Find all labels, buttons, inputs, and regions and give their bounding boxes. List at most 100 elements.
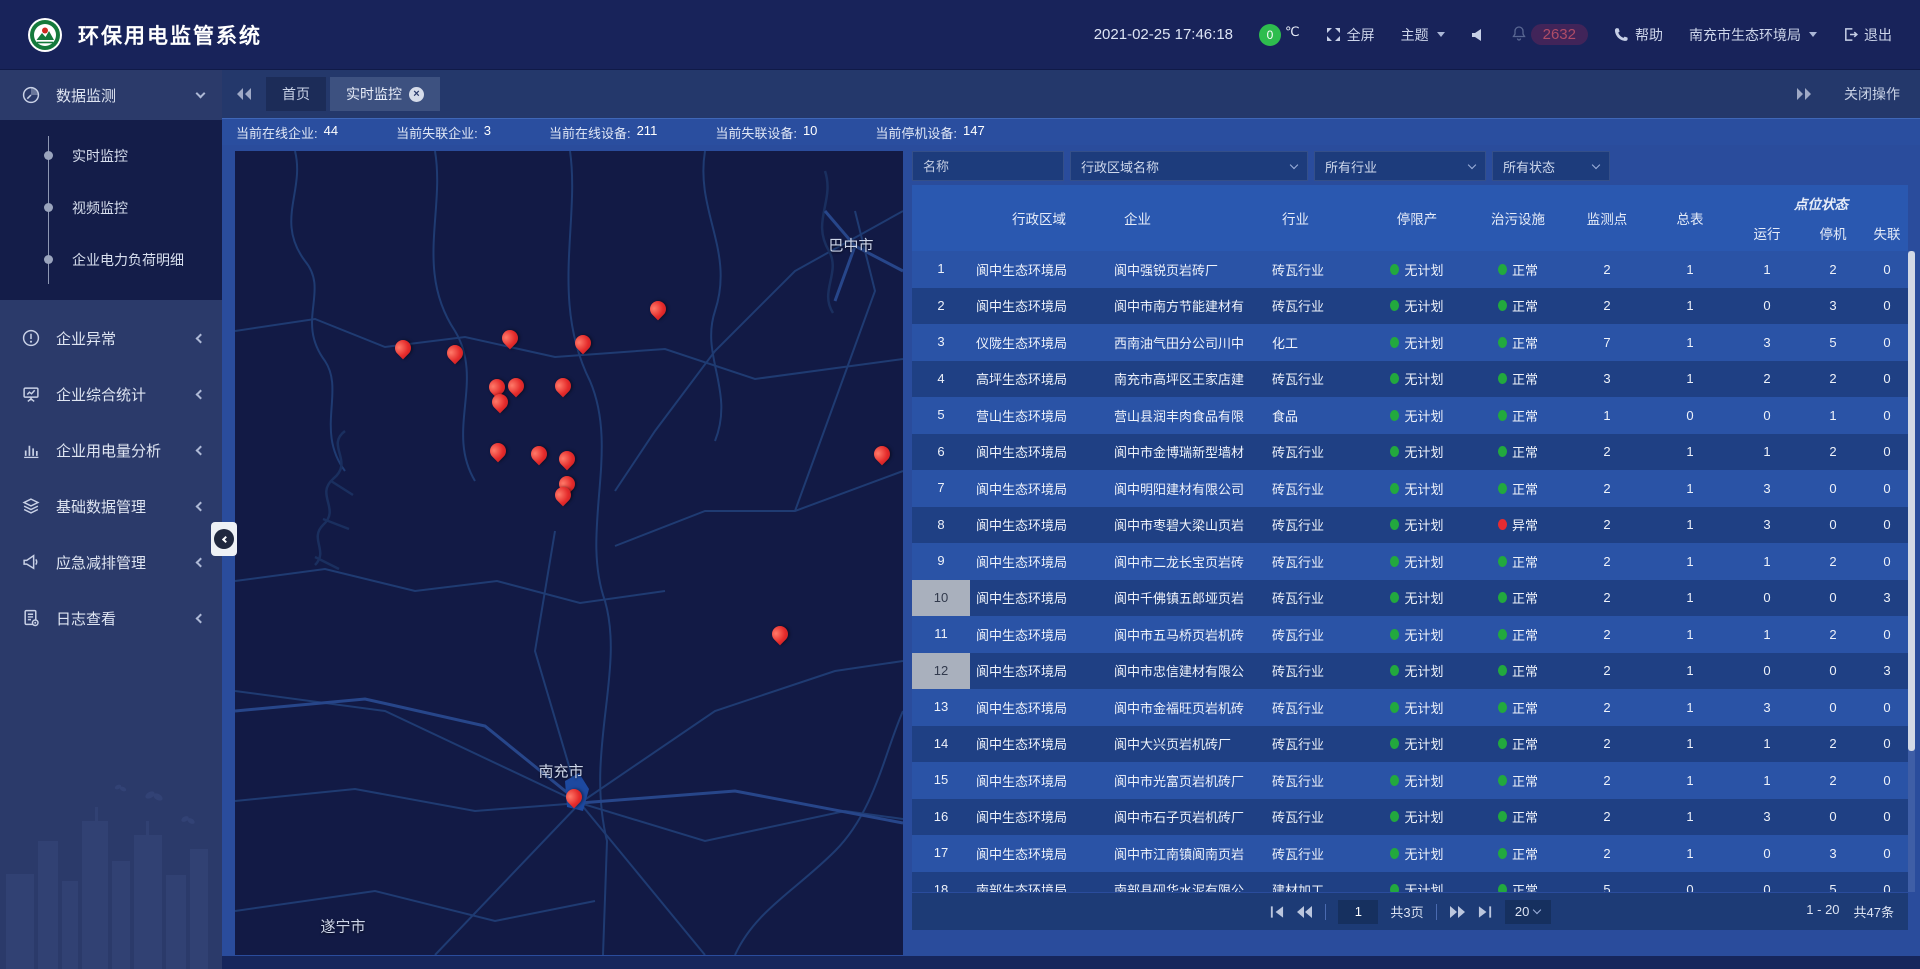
sidebar-group-power-analysis[interactable]: 企业用电量分析 xyxy=(0,422,222,478)
stat-item: 当前在线企业: 44 xyxy=(236,123,338,142)
status-dot-icon xyxy=(1390,738,1399,749)
production-limit-label: 无计划 xyxy=(1404,844,1443,863)
close-operations-button[interactable]: 关闭操作 xyxy=(1844,84,1900,104)
production-limit-label: 无计划 xyxy=(1404,515,1443,534)
facility-status-label: 正常 xyxy=(1512,625,1538,644)
sidebar-group-emergency-reduction[interactable]: 应急减排管理 xyxy=(0,534,222,590)
table-row[interactable]: 4 高坪生态环境局 南充市高坪区王家店建 砖瓦行业 无计划 正常 3 1 2 xyxy=(912,361,1908,398)
row-company: 阆中明阳建材有限公司 xyxy=(1108,479,1266,498)
tab-realtime-monitoring[interactable]: 实时监控 × xyxy=(330,77,440,111)
temperature-value: 0 xyxy=(1259,24,1281,46)
theme-dropdown[interactable]: 主题 xyxy=(1401,25,1445,45)
table-row[interactable]: 11 阆中生态环境局 阆中市五马桥页岩机砖 砖瓦行业 无计划 正常 2 1 1 xyxy=(912,616,1908,653)
scrollbar-thumb[interactable] xyxy=(1908,251,1915,751)
table-row[interactable]: 8 阆中生态环境局 阆中市枣碧大梁山页岩 砖瓦行业 无计划 异常 2 1 3 xyxy=(912,507,1908,544)
row-running-count: 2 xyxy=(1734,371,1800,386)
production-limit-label: 无计划 xyxy=(1404,369,1443,388)
table-scrollbar[interactable] xyxy=(1908,251,1915,892)
org-dropdown[interactable]: 南充市生态环境局 xyxy=(1689,25,1817,45)
industry-select[interactable]: 所有行业 xyxy=(1314,151,1486,181)
row-index: 14 xyxy=(912,726,970,763)
row-company: 阆中市江南镇阆南页岩 xyxy=(1108,844,1266,863)
status-dot-icon xyxy=(1390,811,1399,822)
previous-page-button[interactable] xyxy=(1296,905,1313,919)
table-row[interactable]: 9 阆中生态环境局 阆中市二龙长宝页岩砖 砖瓦行业 无计划 正常 2 1 1 xyxy=(912,543,1908,580)
sidebar-group-enterprise-abnormal[interactable]: 企业异常 xyxy=(0,310,222,366)
table-row[interactable]: 16 阆中生态环境局 阆中市石子页岩机砖厂 砖瓦行业 无计划 正常 2 1 3 xyxy=(912,799,1908,836)
tab-home[interactable]: 首页 xyxy=(266,77,326,111)
sidebar-item-video-monitoring[interactable]: 视频监控 xyxy=(0,182,222,234)
chevron-left-icon xyxy=(196,389,206,399)
facility-status-label: 正常 xyxy=(1512,369,1538,388)
last-page-button[interactable] xyxy=(1478,905,1493,919)
stat-item: 当前失联设备: 10 xyxy=(715,123,817,142)
name-search-input[interactable] xyxy=(912,151,1064,181)
first-page-button[interactable] xyxy=(1269,905,1284,919)
row-stopped-count: 2 xyxy=(1800,444,1866,459)
table-row[interactable]: 12 阆中生态环境局 阆中市忠信建材有限公 砖瓦行业 无计划 正常 2 1 0 xyxy=(912,653,1908,690)
sidebar-group-basic-data[interactable]: 基础数据管理 xyxy=(0,478,222,534)
row-production-limit: 无计划 xyxy=(1366,661,1468,680)
next-page-button[interactable] xyxy=(1449,905,1466,919)
row-monitor-points: 7 xyxy=(1568,335,1646,350)
row-company: 阆中市忠信建材有限公 xyxy=(1108,661,1266,680)
chevron-down-icon xyxy=(1290,160,1298,168)
layers-icon xyxy=(22,496,42,516)
table-row[interactable]: 10 阆中生态环境局 阆中千佛镇五郎垭页岩 砖瓦行业 无计划 正常 2 1 0 xyxy=(912,580,1908,617)
row-pollution-facility: 正常 xyxy=(1468,771,1568,790)
table-row[interactable]: 5 营山生态环境局 营山县润丰肉食品有限 食品 无计划 正常 1 0 0 xyxy=(912,397,1908,434)
row-industry: 砖瓦行业 xyxy=(1266,479,1366,498)
column-header-monitor-points: 监测点 xyxy=(1568,185,1646,251)
tab-close-icon[interactable]: × xyxy=(409,87,424,102)
sidebar-item-realtime-monitoring[interactable]: 实时监控 xyxy=(0,130,222,182)
page-size-select[interactable]: 20 xyxy=(1505,900,1551,924)
sidebar-item-power-load-detail[interactable]: 企业电力负荷明细 xyxy=(0,234,222,286)
table-row[interactable]: 13 阆中生态环境局 阆中市金福旺页岩机砖 砖瓦行业 无计划 正常 2 1 3 xyxy=(912,689,1908,726)
notifications-button[interactable]: 2632 xyxy=(1511,24,1588,45)
sidebar-group-label: 数据监测 xyxy=(56,85,116,106)
status-select[interactable]: 所有状态 xyxy=(1492,151,1610,181)
table-row[interactable]: 3 仪陇生态环境局 西南油气田分公司川中 化工 无计划 正常 7 1 3 xyxy=(912,324,1908,361)
sidebar-collapse-button[interactable] xyxy=(211,522,237,556)
tabs-scroll-left-button[interactable] xyxy=(222,77,266,111)
tabs-scroll-right-button[interactable] xyxy=(1782,77,1826,111)
map-canvas[interactable]: 巴中市 南充市 遂宁市 xyxy=(235,151,903,955)
row-total-meters: 1 xyxy=(1646,846,1734,861)
row-index: 1 xyxy=(912,251,970,288)
pagination-bar: 1 共3页 20 1 - 20 共47条 xyxy=(912,893,1908,930)
production-limit-label: 无计划 xyxy=(1404,296,1443,315)
table-row[interactable]: 15 阆中生态环境局 阆中市光富页岩机砖厂 砖瓦行业 无计划 正常 2 1 1 xyxy=(912,762,1908,799)
row-company: 阆中市光富页岩机砖厂 xyxy=(1108,771,1266,790)
row-production-limit: 无计划 xyxy=(1366,406,1468,425)
row-disconnected-count: 0 xyxy=(1866,371,1908,386)
logout-button[interactable]: 退出 xyxy=(1843,25,1892,45)
row-district: 阆中生态环境局 xyxy=(970,771,1108,790)
region-select[interactable]: 行政区域名称 xyxy=(1070,151,1308,181)
table-row[interactable]: 14 阆中生态环境局 阆中大兴页岩机砖厂 砖瓦行业 无计划 正常 2 1 1 xyxy=(912,726,1908,763)
row-stopped-count: 0 xyxy=(1800,809,1866,824)
status-dot-icon xyxy=(1498,410,1507,421)
row-monitor-points: 2 xyxy=(1568,700,1646,715)
page-number-input[interactable]: 1 xyxy=(1338,900,1378,924)
table-row[interactable]: 2 阆中生态环境局 阆中市南方节能建材有 砖瓦行业 无计划 正常 2 1 0 xyxy=(912,288,1908,325)
table-row[interactable]: 6 阆中生态环境局 阆中市金博瑞新型墙材 砖瓦行业 无计划 正常 2 1 1 xyxy=(912,434,1908,471)
mute-button[interactable] xyxy=(1471,28,1485,42)
row-running-count: 3 xyxy=(1734,481,1800,496)
help-button[interactable]: 帮助 xyxy=(1614,25,1663,45)
sidebar-group-label: 企业用电量分析 xyxy=(56,440,161,461)
table-row[interactable]: 1 阆中生态环境局 阆中强锐页岩砖厂 砖瓦行业 无计划 正常 2 1 1 xyxy=(912,251,1908,288)
row-index: 4 xyxy=(912,361,970,398)
table-row[interactable]: 17 阆中生态环境局 阆中市江南镇阆南页岩 砖瓦行业 无计划 正常 2 1 0 xyxy=(912,835,1908,872)
facility-status-label: 正常 xyxy=(1512,479,1538,498)
fullscreen-button[interactable]: 全屏 xyxy=(1326,25,1375,45)
table-row[interactable]: 7 阆中生态环境局 阆中明阳建材有限公司 砖瓦行业 无计划 正常 2 1 3 xyxy=(912,470,1908,507)
row-industry: 砖瓦行业 xyxy=(1266,698,1366,717)
row-stopped-count: 2 xyxy=(1800,627,1866,642)
sidebar-group-data-monitoring[interactable]: 数据监测 xyxy=(0,70,222,120)
production-limit-label: 无计划 xyxy=(1404,698,1443,717)
stats-bar: 当前在线企业: 44 当前失联企业: 3 当前在线设备: 211 当前失联设备:… xyxy=(222,118,1920,145)
sidebar-group-log-view[interactable]: 日志查看 xyxy=(0,590,222,646)
facility-status-label: 正常 xyxy=(1512,552,1538,571)
table-row[interactable]: 18 南部生态环境局 南部县砚华水泥有限公 建材加工 无计划 正常 5 0 0 xyxy=(912,872,1908,893)
sidebar-group-enterprise-statistics[interactable]: 企业综合统计 xyxy=(0,366,222,422)
